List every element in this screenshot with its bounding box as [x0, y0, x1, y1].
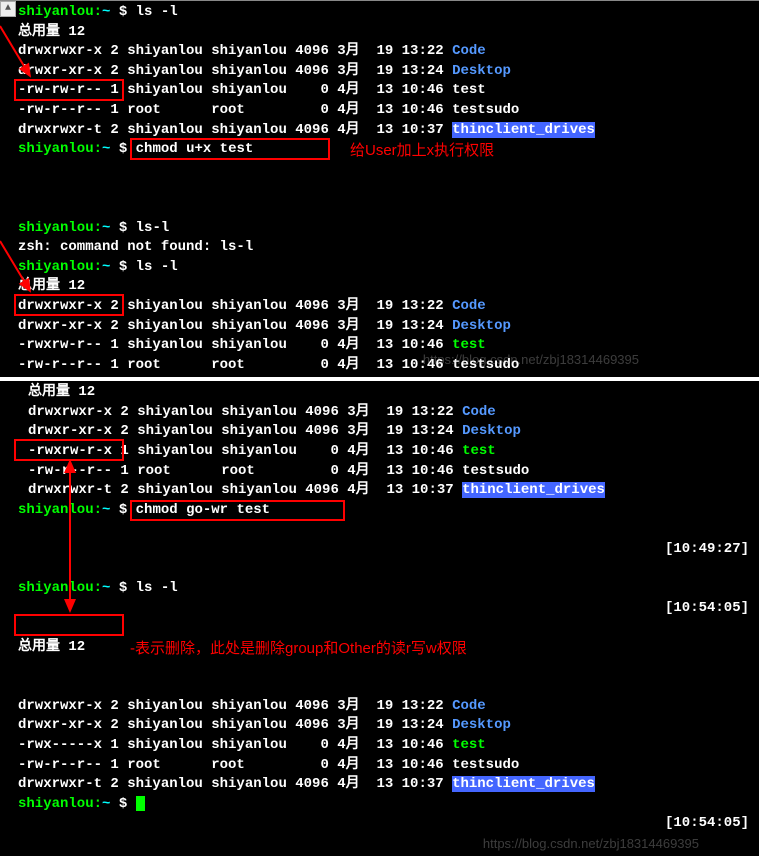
cursor[interactable] [136, 796, 145, 811]
terminal-section-1: ▲ shiyanlou:~ $ ls -l 总用量 12 drwxrwxr-x … [0, 0, 759, 377]
prompt-line-2: shiyanlou:~ $ chmod u+x test 给User加上x执行权… [0, 140, 759, 218]
prompt-line-final: shiyanlou:~ $ [10:54:05] [0, 795, 759, 854]
annotation-remove: -表示删除，此处是删除group和Other的读r写w权限 [130, 638, 467, 659]
terminal-section-2: 总用量 12 drwxrwxr-x 2 shiyanlou shiyanlou … [0, 381, 759, 855]
annotation-user-x: 给User加上x执行权限 [350, 140, 494, 161]
command-text: chmod go-wr test [136, 502, 270, 518]
error-line: zsh: command not found: ls-l [0, 238, 759, 258]
file-row: -rw-r--r-- 1 root root 0 4月 13 10:46 tes… [0, 756, 759, 776]
file-row: drwxrwxr-t 2 shiyanlou shiyanlou 4096 4月… [0, 775, 759, 795]
prompt-line-4: shiyanlou:~ $ ls -l [0, 258, 759, 278]
timestamp-3: [10:54:05] [665, 814, 749, 834]
prompt-user: shiyanlou [18, 4, 94, 20]
prompt-line-1: shiyanlou:~ $ ls -l [0, 3, 759, 23]
prompt-line-s2-1: shiyanlou:~ $ chmod go-wr test [10:49:27… [0, 501, 759, 579]
file-row: -rw-rw-r-- 1 shiyanlou shiyanlou 0 4月 13… [0, 81, 759, 101]
total-line-2: 总用量 12 [0, 277, 759, 297]
command-text: ls -l [136, 580, 178, 596]
file-row: drwxrwxr-t 2 shiyanlou shiyanlou 4096 4月… [0, 121, 759, 141]
file-row: drwxrwxr-x 2 shiyanlou shiyanlou 4096 3月… [0, 297, 759, 317]
file-row: -rw-r--r-- 1 root root 0 4月 13 10:46 tes… [0, 101, 759, 121]
file-row: drwxr-xr-x 2 shiyanlou shiyanlou 4096 3月… [0, 317, 759, 337]
prompt-line-3: shiyanlou:~ $ ls-l [0, 219, 759, 239]
command-text: ls-l [136, 220, 170, 236]
total-line: 总用量 12 [0, 23, 759, 43]
prompt-line-s2-2: shiyanlou:~ $ ls -l [10:54:05] [0, 579, 759, 638]
file-row: drwxr-xr-x 2 shiyanlou shiyanlou 4096 3月… [0, 422, 759, 442]
command-text: ls -l [136, 259, 178, 275]
timestamp-2: [10:54:05] [665, 599, 749, 619]
file-row: -rw-r--r-- 1 root root 0 4月 13 10:46 tes… [0, 462, 759, 482]
file-row: -rwxrw-r-- 1 shiyanlou shiyanlou 0 4月 13… [0, 336, 759, 356]
total-line-s2-2: 总用量 12 -表示删除，此处是删除group和Other的读r写w权限 [0, 638, 759, 697]
file-row: -rwxrw-r-x 1 shiyanlou shiyanlou 0 4月 13… [0, 442, 759, 462]
file-row: drwxrwxr-x 2 shiyanlou shiyanlou 4096 3月… [0, 403, 759, 423]
file-row: drwxr-xr-x 2 shiyanlou shiyanlou 4096 3月… [0, 716, 759, 736]
file-row: drwxrwxr-t 2 shiyanlou shiyanlou 4096 4月… [0, 481, 759, 501]
command-text: ls -l [136, 4, 178, 20]
timestamp-1: [10:49:27] [665, 540, 749, 560]
file-row: -rw-r--r-- 1 root root 0 4月 13 10:46 tes… [0, 356, 759, 376]
file-row: drwxr-xr-x 2 shiyanlou shiyanlou 4096 3月… [0, 62, 759, 82]
file-row: -rwx-----x 1 shiyanlou shiyanlou 0 4月 13… [0, 736, 759, 756]
command-text: chmod u+x test [136, 141, 254, 157]
total-line-s2: 总用量 12 [0, 383, 759, 403]
file-row: drwxrwxr-x 2 shiyanlou shiyanlou 4096 3月… [0, 42, 759, 62]
file-row: drwxrwxr-x 2 shiyanlou shiyanlou 4096 3月… [0, 697, 759, 717]
